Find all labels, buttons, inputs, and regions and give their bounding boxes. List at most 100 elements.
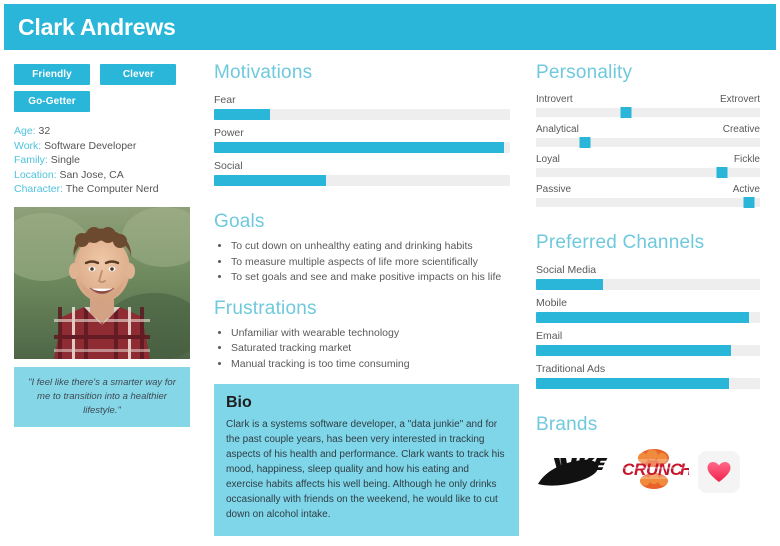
attribute-row: Location: San Jose, CA [14, 168, 206, 183]
personality-sliders: Introvert Extrovert Analytical Creative [536, 94, 760, 208]
crunch-logo: C R U N C H [619, 448, 693, 495]
list-item: Manual tracking is too time consuming [231, 357, 510, 373]
motivation-track [214, 142, 510, 153]
channel-track [536, 378, 760, 389]
trait-tag-list: Friendly Clever Go-Getter [14, 64, 194, 118]
motivation-fill [214, 175, 327, 186]
page-header: Clark Andrews [4, 4, 776, 50]
section-heading-personality: Personality [536, 62, 633, 83]
attribute-list: Age: 32 Work: Software Developer Family:… [14, 124, 206, 197]
personality-label-right: Creative [722, 124, 760, 135]
trait-tag[interactable]: Go-Getter [14, 91, 90, 112]
trait-tag[interactable]: Friendly [14, 64, 90, 85]
attribute-row: Work: Software Developer [14, 139, 206, 154]
attribute-row: Age: 32 [14, 124, 206, 139]
channel-item: Email [536, 330, 760, 356]
section-heading-motivations: Motivations [214, 62, 313, 83]
personality-label-left: Loyal [536, 154, 560, 165]
section-heading-brands: Brands [536, 414, 598, 435]
personality-thumb[interactable] [716, 167, 728, 178]
section-heading-channels: Preferred Channels [536, 232, 705, 253]
personality-track[interactable] [536, 197, 760, 208]
personality-label-right: Extrovert [719, 94, 760, 105]
channel-item: Traditional Ads [536, 363, 760, 389]
page-title: Clark Andrews [18, 13, 176, 40]
list-item: To cut down on unhealthy eating and drin… [231, 239, 510, 255]
personality-thumb[interactable] [579, 137, 591, 148]
attribute-row: Family: Single [14, 153, 206, 168]
motivation-label: Social [214, 160, 243, 172]
attribute-key: Age: [14, 125, 36, 137]
motivation-item: Power [214, 127, 510, 153]
nike-logo [536, 448, 610, 495]
personality-label-left: Introvert [536, 94, 573, 105]
channel-label: Mobile [536, 297, 567, 309]
heart-app-icon [698, 450, 740, 493]
list-item: Saturated tracking market [231, 341, 510, 357]
list-item: To measure multiple aspects of life more… [231, 255, 510, 271]
channel-item: Social Media [536, 264, 760, 290]
attribute-value: Single [50, 154, 80, 166]
middle-column: Motivations Fear Power Social Goals • To… [206, 50, 526, 546]
attribute-key: Location: [14, 168, 57, 181]
personality-label-right: Fickle [733, 154, 760, 165]
attribute-key: Character: [14, 183, 64, 195]
channel-fill [536, 378, 729, 389]
motivation-track [214, 175, 510, 186]
persona-page: Clark Andrews Friendly Clever Go-Getter … [0, 0, 780, 546]
attribute-value: 32 [38, 125, 51, 137]
personality-label-left: Analytical [536, 124, 579, 135]
motivations-bars: Fear Power Social [214, 94, 510, 186]
bio-heading: Bio [226, 394, 252, 411]
motivation-fill [214, 142, 505, 153]
attribute-key: Family: [14, 154, 48, 166]
channel-fill [536, 312, 749, 323]
list-item: Unfamiliar with wearable technology [231, 326, 510, 342]
attribute-key: Work: [14, 139, 42, 152]
attribute-value: Software Developer [44, 139, 137, 152]
trait-tag[interactable]: Clever [100, 64, 177, 85]
attribute-row: Character: The Computer Nerd [14, 182, 206, 197]
personality-track[interactable] [536, 107, 760, 118]
personality-item: Passive Active [536, 184, 760, 208]
list-item: To set goals and see and make positive i… [231, 270, 510, 286]
content-columns: Friendly Clever Go-Getter Age: 32 Work: … [0, 50, 780, 546]
frustrations-list: Unfamiliar with wearable technology Satu… [214, 326, 510, 373]
attribute-value: San Jose, CA [59, 168, 124, 181]
personality-item: Loyal Fickle [536, 154, 760, 178]
motivation-item: Social [214, 160, 510, 186]
section-heading-goals: Goals [214, 211, 265, 232]
section-heading-frustrations: Frustrations [214, 297, 317, 319]
bio-panel: Bio Clark is a systems software develope… [214, 384, 519, 536]
motivation-fill [214, 109, 271, 120]
motivation-label: Power [214, 127, 244, 139]
bio-text: Clark is a systems software developer, a… [226, 419, 505, 520]
right-column: Personality Introvert Extrovert Analytic… [526, 50, 780, 546]
personality-track[interactable] [536, 167, 760, 178]
personality-label-left: Passive [536, 184, 572, 195]
brands-list: C R U N C H [536, 448, 760, 495]
channel-label: Email [536, 330, 563, 342]
channel-track [536, 345, 760, 356]
personality-thumb[interactable] [620, 107, 632, 118]
channel-track [536, 279, 760, 290]
channel-fill [536, 345, 731, 356]
channel-label: Traditional Ads [536, 363, 606, 375]
persona-quote: "I feel like there's a smarter way for m… [14, 366, 190, 427]
motivation-label: Fear [214, 94, 236, 106]
channel-item: Mobile [536, 297, 760, 323]
channel-fill [536, 279, 604, 290]
goals-list: To cut down on unhealthy eating and drin… [214, 239, 510, 286]
personality-item: Analytical Creative [536, 124, 760, 148]
personality-label-right: Active [732, 184, 760, 195]
avatar [14, 206, 190, 359]
personality-thumb[interactable] [743, 197, 755, 208]
motivation-track [214, 109, 510, 120]
channel-track [536, 312, 760, 323]
channel-label: Social Media [536, 264, 597, 276]
svg-text:H: H [680, 460, 689, 479]
attribute-value: The Computer Nerd [65, 183, 159, 195]
left-column: Friendly Clever Go-Getter Age: 32 Work: … [0, 50, 206, 546]
personality-track[interactable] [536, 137, 760, 148]
channels-bars: Social Media Mobile Email Traditional Ad… [536, 264, 760, 389]
